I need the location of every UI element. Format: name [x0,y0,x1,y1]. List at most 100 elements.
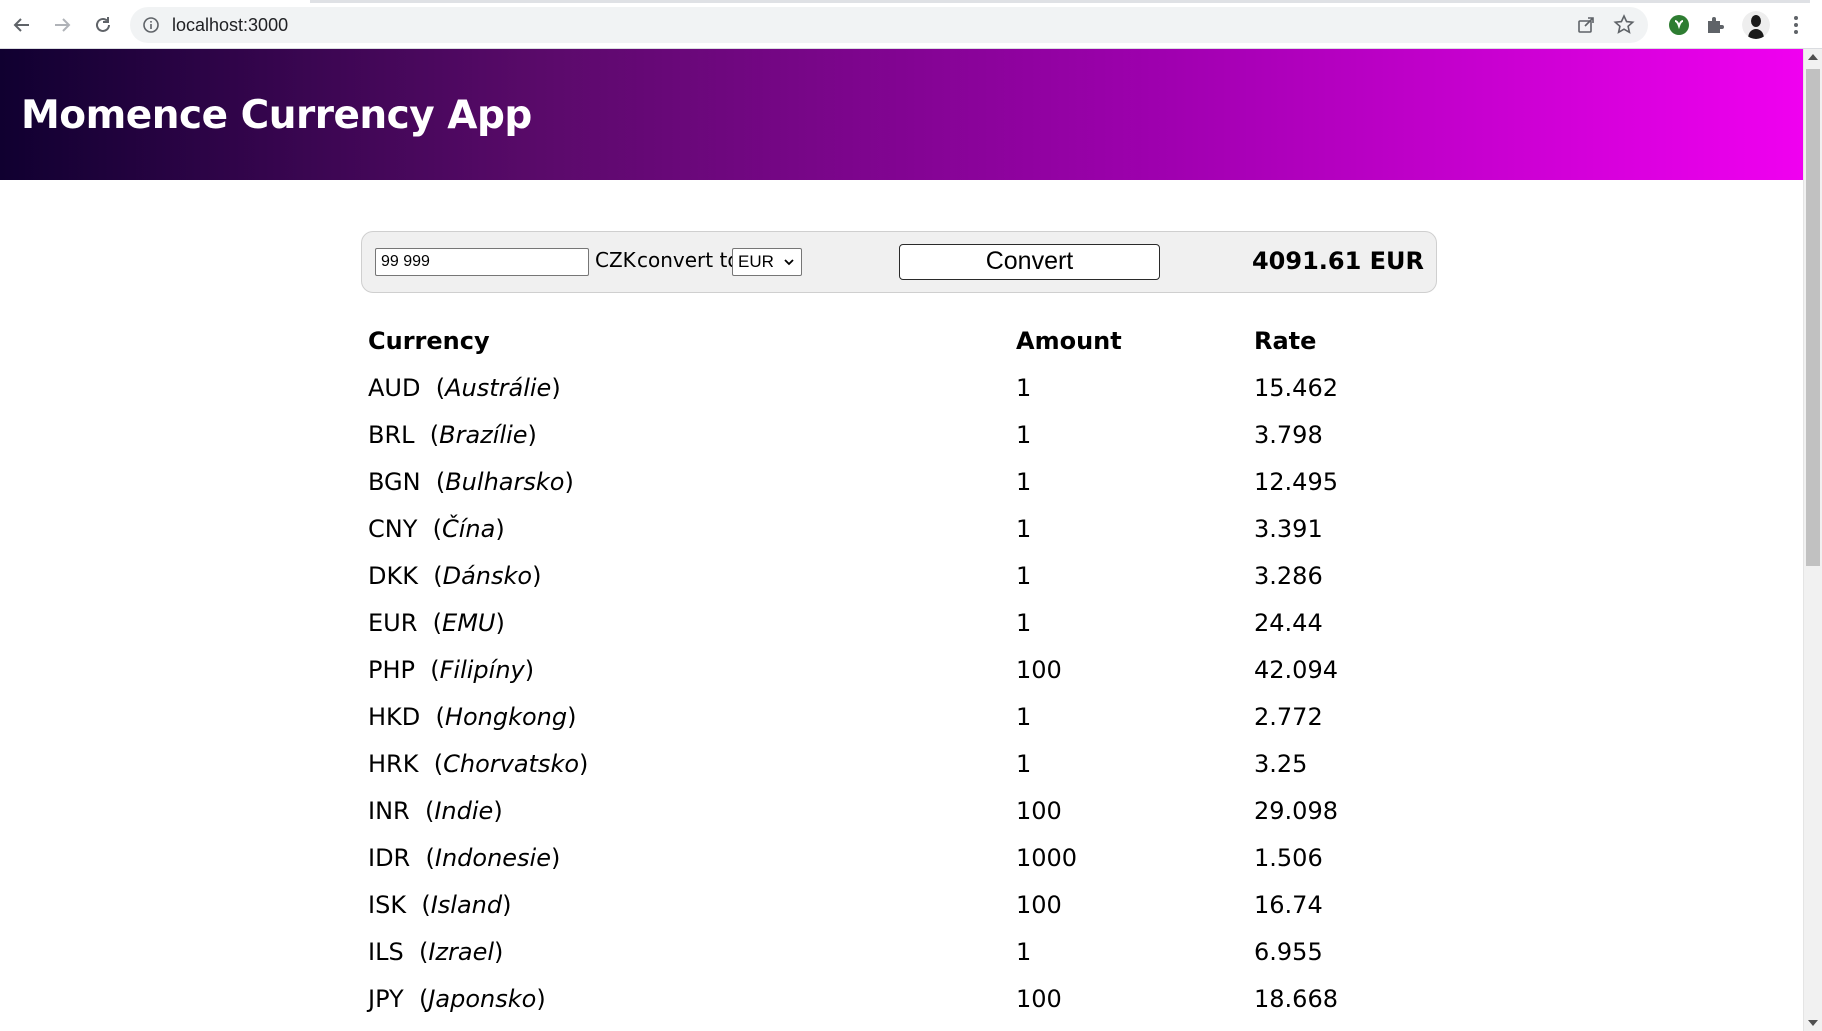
scroll-down-arrow-icon[interactable] [1808,1020,1818,1026]
currency-code: JPY [368,985,404,1013]
currency-cell: EUR (EMU) [368,609,505,637]
info-icon[interactable] [142,16,160,34]
page-title: Momence Currency App [21,93,532,138]
currency-name: Bulharsko [445,468,565,496]
currency-cell: ISK (Island) [368,891,512,919]
table-row: INR (Indie) 100 29.098 [368,797,1368,844]
puzzle-icon[interactable] [1704,13,1728,37]
rate-cell: 24.44 [1254,609,1323,637]
currency-cell: JPY (Japonsko) [368,985,546,1013]
browser-toolbar: localhost:3000 [0,0,1822,49]
table-row: CNY (Čína) 1 3.391 [368,515,1368,562]
currency-code: AUD [368,374,421,402]
kebab-menu-icon[interactable] [1784,12,1808,38]
rate-cell: 3.25 [1254,750,1308,778]
currency-name: Dánsko [442,562,533,590]
rate-cell: 15.462 [1254,374,1338,402]
convert-button[interactable]: Convert [899,244,1160,280]
currency-code: HRK [368,750,419,778]
currency-name: Indonesie [434,844,551,872]
amount-cell: 1 [1016,562,1032,590]
address-bar[interactable]: localhost:3000 [130,7,1648,43]
rate-cell: 29.098 [1254,797,1338,825]
currency-name: EMU [442,609,496,637]
table-row: ILS (Izrael) 1 6.955 [368,938,1368,985]
currency-name: Izrael [428,938,494,966]
currency-cell: INR (Indie) [368,797,503,825]
share-icon[interactable] [1576,15,1596,35]
table-row: HKD (Hongkong) 1 2.772 [368,703,1368,750]
converter-panel: CZK convert to EUR Convert 4091.61 EUR [361,231,1437,293]
scroll-up-arrow-icon[interactable] [1808,54,1818,60]
convert-to-label: convert to [637,248,740,272]
rate-cell: 16.74 [1254,891,1323,919]
profile-avatar[interactable] [1742,11,1770,39]
currency-cell: DKK (Dánsko) [368,562,542,590]
rate-cell: 3.391 [1254,515,1323,543]
currency-cell: BGN (Bulharsko) [368,468,574,496]
currency-cell: ILS (Izrael) [368,938,504,966]
amount-cell: 1 [1016,515,1032,543]
currency-name: Filipíny [439,656,525,684]
table-row: PHP (Filipíny) 100 42.094 [368,656,1368,703]
amount-input[interactable] [375,248,589,276]
table-row: IDR (Indonesie) 1000 1.506 [368,844,1368,891]
currency-name: Hongkong [444,703,568,731]
currency-cell: HKD (Hongkong) [368,703,577,731]
currency-name: Austrálie [445,374,552,402]
table-row: HRK (Chorvatsko) 1 3.25 [368,750,1368,797]
page-scrollbar[interactable] [1803,49,1822,1031]
rate-cell: 1.506 [1254,844,1323,872]
reload-icon[interactable] [88,10,118,40]
currency-cell: BRL (Brazílie) [368,421,537,449]
currency-code: EUR [368,609,418,637]
star-icon[interactable] [1612,13,1636,37]
table-row: ISK (Island) 100 16.74 [368,891,1368,938]
amount-cell: 1 [1016,750,1032,778]
header-rate: Rate [1254,327,1317,355]
amount-cell: 1 [1016,421,1032,449]
url-text[interactable]: localhost:3000 [172,15,288,36]
currency-name: Indie [434,797,494,825]
amount-cell: 100 [1016,891,1062,919]
amount-cell: 1 [1016,374,1032,402]
from-currency-label: CZK [595,248,636,272]
amount-cell: 1 [1016,938,1032,966]
rate-cell: 6.955 [1254,938,1323,966]
rate-cell: 12.495 [1254,468,1338,496]
amount-cell: 100 [1016,985,1062,1013]
currency-cell: PHP (Filipíny) [368,656,535,684]
table-row: AUD (Austrálie) 1 15.462 [368,374,1368,421]
currency-name: Island [430,891,503,919]
currency-code: CNY [368,515,418,543]
currency-code: BGN [368,468,421,496]
currency-code: INR [368,797,410,825]
currency-code: ILS [368,938,404,966]
table-row: BRL (Brazílie) 1 3.798 [368,421,1368,468]
table-row: BGN (Bulharsko) 1 12.495 [368,468,1368,515]
amount-cell: 100 [1016,797,1062,825]
currency-cell: IDR (Indonesie) [368,844,561,872]
to-currency-select[interactable]: EUR [732,248,802,276]
scrollbar-thumb[interactable] [1806,69,1820,566]
currency-cell: HRK (Chorvatsko) [368,750,589,778]
currency-cell: CNY (Čína) [368,515,505,543]
currency-name: Brazílie [439,421,528,449]
back-arrow-icon[interactable] [7,10,37,40]
table-row: EUR (EMU) 1 24.44 [368,609,1368,656]
rates-table: Currency Amount Rate AUD (Austrálie) 1 15.… [368,327,1368,1031]
currency-code: ISK [368,891,407,919]
currency-code: BRL [368,421,415,449]
table-row: DKK (Dánsko) 1 3.286 [368,562,1368,609]
currency-name: Chorvatsko [443,750,580,778]
extension-shield-icon[interactable] [1667,13,1691,37]
table-row: JPY (Japonsko) 100 18.668 [368,985,1368,1031]
forward-arrow-icon[interactable] [47,10,77,40]
currency-code: PHP [368,656,415,684]
amount-cell: 1 [1016,609,1032,637]
table-header: Currency Amount Rate [368,327,1368,374]
amount-cell: 1 [1016,468,1032,496]
currency-code: IDR [368,844,411,872]
currency-name: Japonsko [428,985,537,1013]
currency-code: HKD [368,703,421,731]
